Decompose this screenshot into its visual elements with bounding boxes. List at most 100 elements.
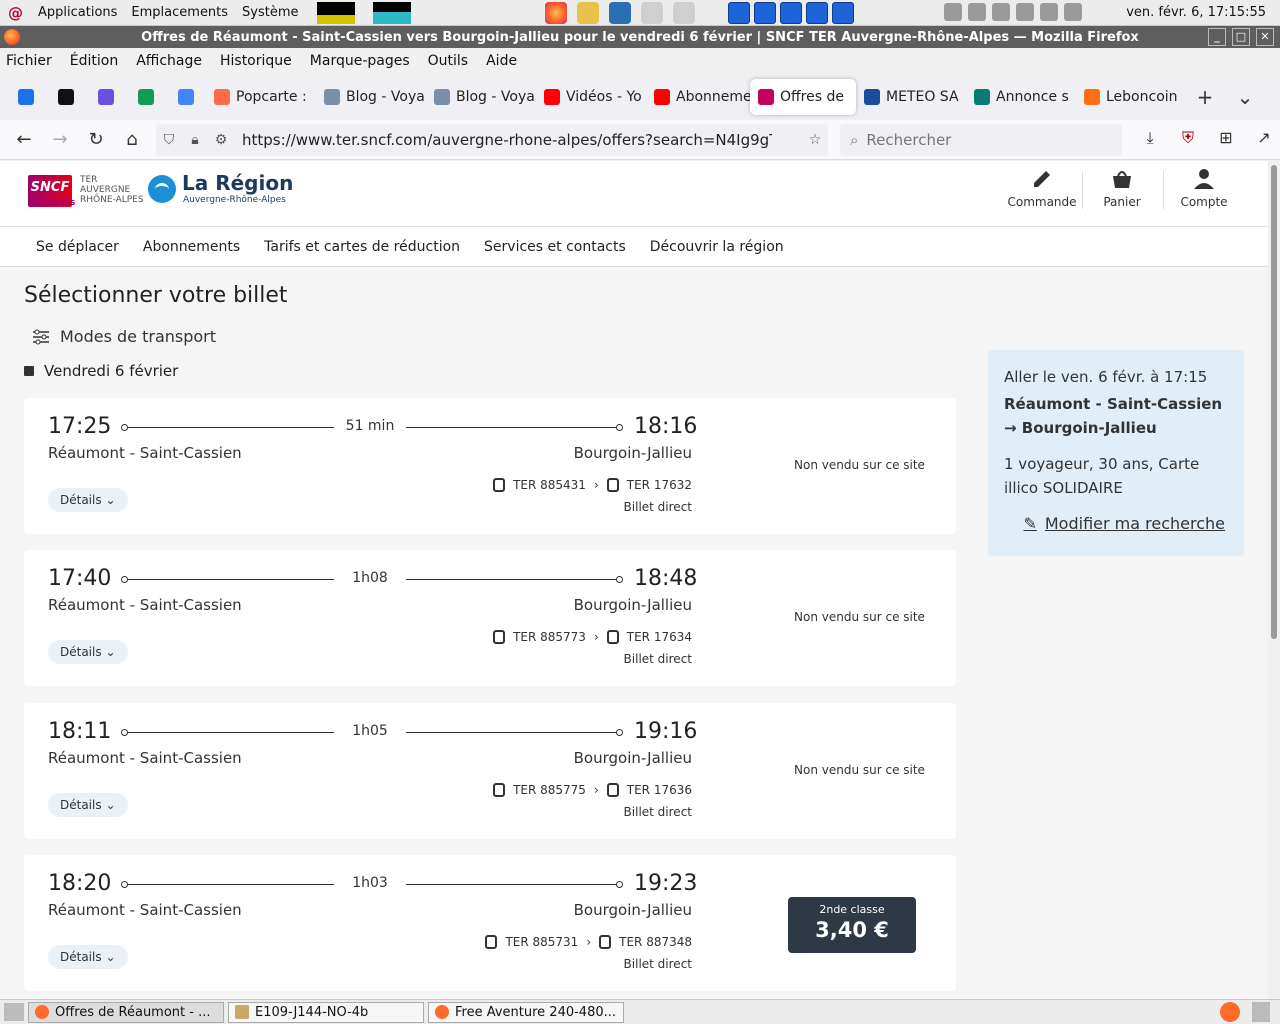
tracking-shield-icon[interactable]: ⛉ [156, 132, 182, 148]
pinned-tab-3[interactable] [86, 79, 126, 115]
app-launcher-icon[interactable] [577, 2, 599, 24]
price-button[interactable]: 2nde classe 3,40 € [788, 897, 916, 953]
tab-videos[interactable]: Vidéos - Yo [536, 79, 646, 115]
journey-card[interactable]: 18:11 1h05 19:16 Réaumont - Saint-Cassie… [24, 703, 956, 839]
nav-services[interactable]: Services et contacts [484, 239, 626, 255]
pinned-tab-1[interactable] [6, 79, 46, 115]
taskbar-item-firefox-free[interactable]: Free Aventure 240-480... [428, 1001, 624, 1023]
taskbar-item-firefox-offres[interactable]: Offres de Réaumont - ... [28, 1001, 224, 1023]
workspace-2-icon[interactable] [754, 2, 776, 24]
details-button[interactable]: Détails ⌄ [48, 640, 128, 664]
extensions-icon[interactable]: ⊞ [1216, 128, 1236, 150]
downloads-icon[interactable]: ⤓ [1140, 128, 1160, 150]
arrival-time: 18:48 [634, 566, 698, 591]
journey-card[interactable]: 17:25 51 min 18:16 Réaumont - Saint-Cass… [24, 398, 956, 534]
details-button[interactable]: Détails ⌄ [48, 793, 128, 817]
menu-marque-pages[interactable]: Marque-pages [310, 53, 410, 69]
chevron-right-icon: › [593, 783, 599, 797]
search-bar[interactable]: ⌕ [840, 124, 1122, 156]
share-icon[interactable]: ↗ [1254, 128, 1274, 150]
vscode-launcher-icon[interactable] [609, 2, 631, 24]
scrollbar-thumb[interactable] [1271, 165, 1277, 639]
minimize-button[interactable]: _ [1208, 28, 1226, 46]
nav-abonnements[interactable]: Abonnements [143, 239, 240, 255]
forward-arrow-icon[interactable]: → [42, 129, 78, 150]
system-clock[interactable]: ven. févr. 6, 17:15:55 [1126, 5, 1266, 20]
modify-search-link[interactable]: ✎ Modifier ma recherche [1023, 514, 1225, 533]
compte-button[interactable]: Compte [1164, 167, 1244, 213]
reload-icon[interactable]: ↻ [78, 129, 114, 150]
details-button[interactable]: Détails ⌄ [48, 488, 128, 512]
tray-search-icon[interactable] [992, 3, 1010, 21]
journey-card[interactable]: 17:40 1h08 18:48 Réaumont - Saint-Cassie… [24, 550, 956, 686]
menu-historique[interactable]: Historique [220, 53, 292, 69]
nav-decouvrir[interactable]: Découvrir la région [650, 239, 784, 255]
pinned-tab-4[interactable] [126, 79, 166, 115]
menu-fichier[interactable]: Fichier [6, 53, 52, 69]
journey-card[interactable]: 18:20 1h03 19:23 Réaumont - Saint-Cassie… [24, 855, 956, 991]
tray-volume-icon[interactable] [968, 3, 986, 21]
firefox-launcher-icon[interactable] [545, 2, 567, 24]
panel-launchers [545, 2, 695, 24]
tray-display-icon[interactable] [944, 3, 962, 21]
close-window-button[interactable]: ✕ [1256, 28, 1274, 46]
network2-launcher-icon[interactable] [673, 2, 695, 24]
tab-blog-2[interactable]: Blog - Voya [426, 79, 536, 115]
debian-logo-icon[interactable]: @ [8, 5, 24, 21]
commande-button[interactable]: Commande [1002, 167, 1082, 213]
tab-meteo[interactable]: METEO SA [856, 79, 966, 115]
pinned-tab-2[interactable] [46, 79, 86, 115]
network-launcher-icon[interactable] [641, 2, 663, 24]
menu-aide[interactable]: Aide [486, 53, 517, 69]
tab-abonnements[interactable]: Abonneme [646, 79, 750, 115]
arrival-station: Bourgoin-Jallieu [573, 749, 692, 767]
list-tabs-button[interactable]: ⌄ [1230, 85, 1260, 109]
firefox-tray-icon[interactable] [1220, 1002, 1240, 1022]
new-tab-button[interactable]: + [1190, 85, 1220, 109]
page-scrollbar[interactable] [1268, 161, 1280, 999]
meteo-favicon-icon [864, 89, 880, 105]
train-number: TER 885773 [513, 630, 586, 644]
cpu-monitor-graph [316, 1, 355, 24]
tray-sound-icon[interactable] [1064, 3, 1082, 21]
taskbar-item-folder[interactable]: E109-J144-NO-4b [228, 1001, 424, 1023]
arrival-station: Bourgoin-Jallieu [573, 596, 692, 614]
back-arrow-icon[interactable]: ← [6, 129, 42, 150]
pinned-tab-5[interactable] [166, 79, 206, 115]
menu-outils[interactable]: Outils [428, 53, 468, 69]
transport-modes-filter[interactable]: Modes de transport [32, 327, 216, 346]
trash-icon[interactable] [1252, 1002, 1270, 1022]
tab-offres-active[interactable]: Offres de✕ [750, 79, 856, 115]
workspace-3-icon[interactable] [780, 2, 802, 24]
home-icon[interactable]: ⌂ [114, 129, 150, 150]
maximize-button[interactable]: □ [1232, 28, 1250, 46]
menu-edition[interactable]: Édition [70, 53, 118, 69]
tab-annonce[interactable]: Annonce s [966, 79, 1076, 115]
workspace-1-icon[interactable] [728, 2, 750, 24]
search-input[interactable] [866, 131, 1107, 149]
nav-tarifs[interactable]: Tarifs et cartes de réduction [264, 239, 460, 255]
url-bar[interactable]: ⛉ 🔒︎ ⚙ https://www.ter.sncf.com/auvergne… [156, 124, 828, 156]
tray-battery-icon[interactable] [1016, 3, 1034, 21]
tray-sleep-icon[interactable] [1040, 3, 1058, 21]
menu-affichage[interactable]: Affichage [136, 53, 202, 69]
show-desktop-icon[interactable] [4, 1003, 24, 1021]
workspace-5-icon[interactable] [832, 2, 854, 24]
panier-button[interactable]: Panier [1082, 167, 1162, 213]
url-text[interactable]: https://www.ter.sncf.com/auvergne-rhone-… [242, 131, 772, 149]
system-menu-applications[interactable]: Applications [38, 5, 117, 20]
system-menu-system[interactable]: Système [242, 5, 298, 20]
tab-popcarte[interactable]: Popcarte : [206, 79, 316, 115]
details-button[interactable]: Détails ⌄ [48, 945, 128, 969]
region-logo-icon[interactable] [148, 175, 176, 203]
tab-leboncoin[interactable]: Leboncoin [1076, 79, 1180, 115]
bookmark-star-icon[interactable]: ☆ [802, 132, 828, 148]
system-menu-places[interactable]: Emplacements [131, 5, 228, 20]
ublock-icon[interactable]: ⛨ [1178, 128, 1198, 150]
workspace-4-icon[interactable] [806, 2, 828, 24]
lock-icon[interactable]: 🔒︎ [182, 132, 208, 148]
permissions-icon[interactable]: ⚙ [208, 132, 234, 148]
nav-se-deplacer[interactable]: Se déplacer [36, 239, 119, 255]
ter-logo-text: TER AUVERGNE RHÔNE-ALPES [80, 175, 144, 205]
tab-blog-1[interactable]: Blog - Voya [316, 79, 426, 115]
